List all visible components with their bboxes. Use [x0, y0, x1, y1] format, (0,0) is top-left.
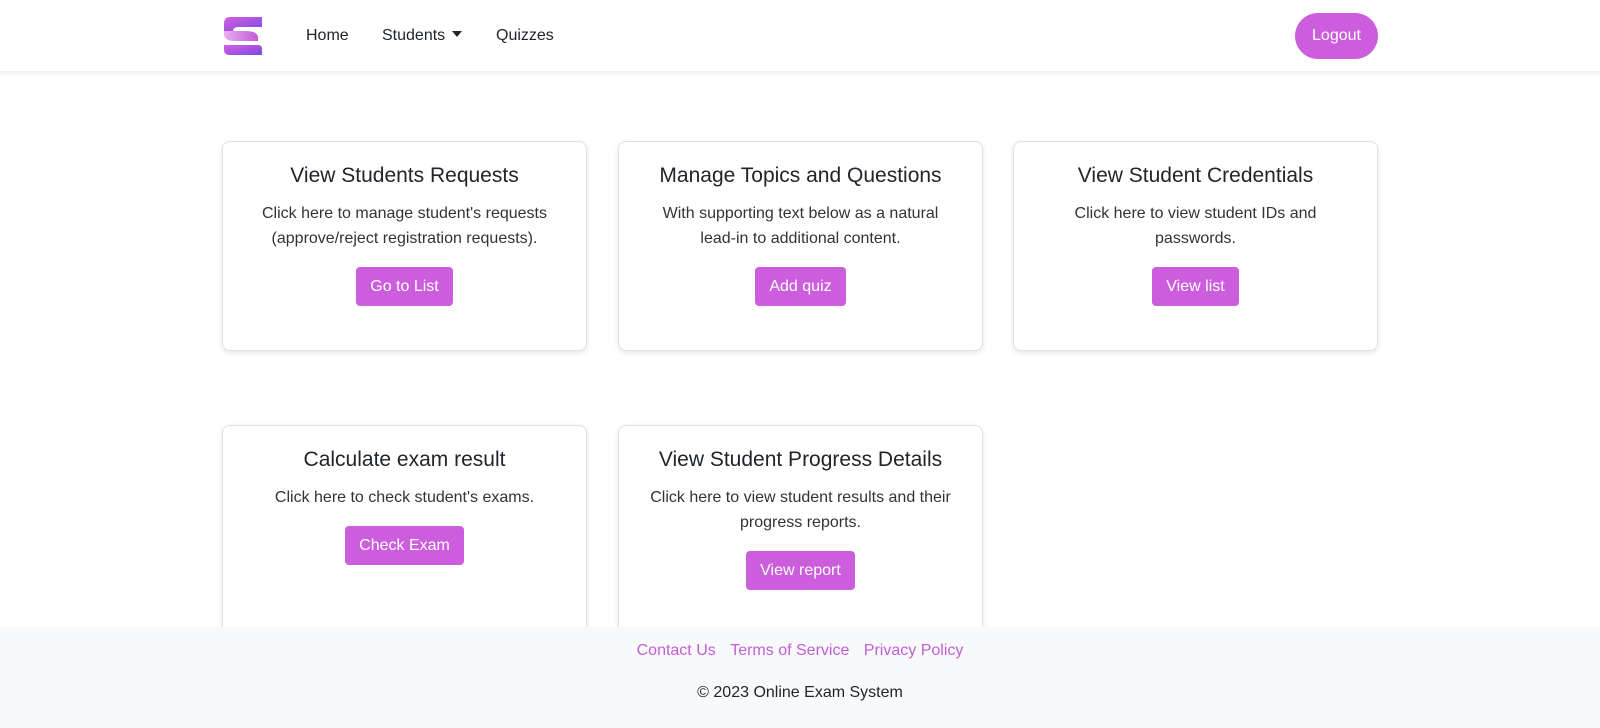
view-list-button[interactable]: View list: [1152, 267, 1239, 306]
terms-of-service-link[interactable]: Terms of Service: [730, 642, 849, 659]
brand-logo-icon[interactable]: [224, 16, 264, 56]
logout-button[interactable]: Logout: [1295, 13, 1378, 59]
card-view-students-requests: View Students Requests Click here to man…: [222, 141, 587, 351]
go-to-list-button[interactable]: Go to List: [356, 267, 453, 306]
view-report-button[interactable]: View report: [746, 551, 855, 590]
nav-students-label: Students: [382, 27, 446, 44]
caret-down-icon: [452, 31, 463, 37]
privacy-policy-link[interactable]: Privacy Policy: [864, 642, 964, 659]
check-exam-button[interactable]: Check Exam: [345, 526, 464, 565]
card-text: Click here to manage student's requests …: [262, 205, 547, 247]
card-title: View Student Credentials: [1077, 164, 1314, 187]
add-quiz-button[interactable]: Add quiz: [755, 267, 846, 306]
card-title: View Student Progress Details: [658, 448, 943, 471]
card-text: Click here to view student IDs and passw…: [1074, 205, 1317, 247]
nav-students-dropdown[interactable]: Students: [382, 25, 463, 47]
copyright-text: © 2023 Online Exam System: [697, 684, 903, 701]
card-text: With supporting text below as a natural …: [662, 205, 939, 247]
card-manage-topics: Manage Topics and Questions With support…: [618, 141, 983, 351]
card-title: View Students Requests: [290, 164, 519, 187]
nav-quizzes-link[interactable]: Quizzes: [496, 25, 554, 47]
page-footer: Contact Us Terms of Service Privacy Poli…: [0, 627, 1600, 728]
card-text: Click here to check student's exams.: [274, 489, 535, 506]
top-navbar: Home Students Quizzes Logout: [0, 0, 1600, 71]
card-title: Manage Topics and Questions: [659, 164, 942, 187]
contact-us-link[interactable]: Contact Us: [637, 642, 716, 659]
nav-home-link[interactable]: Home: [306, 25, 349, 47]
footer-links: Contact Us Terms of Service Privacy Poli…: [0, 642, 1600, 660]
card-view-student-credentials: View Student Credentials Click here to v…: [1013, 141, 1378, 351]
card-text: Click here to view student results and t…: [650, 489, 951, 531]
card-title: Calculate exam result: [303, 448, 506, 471]
